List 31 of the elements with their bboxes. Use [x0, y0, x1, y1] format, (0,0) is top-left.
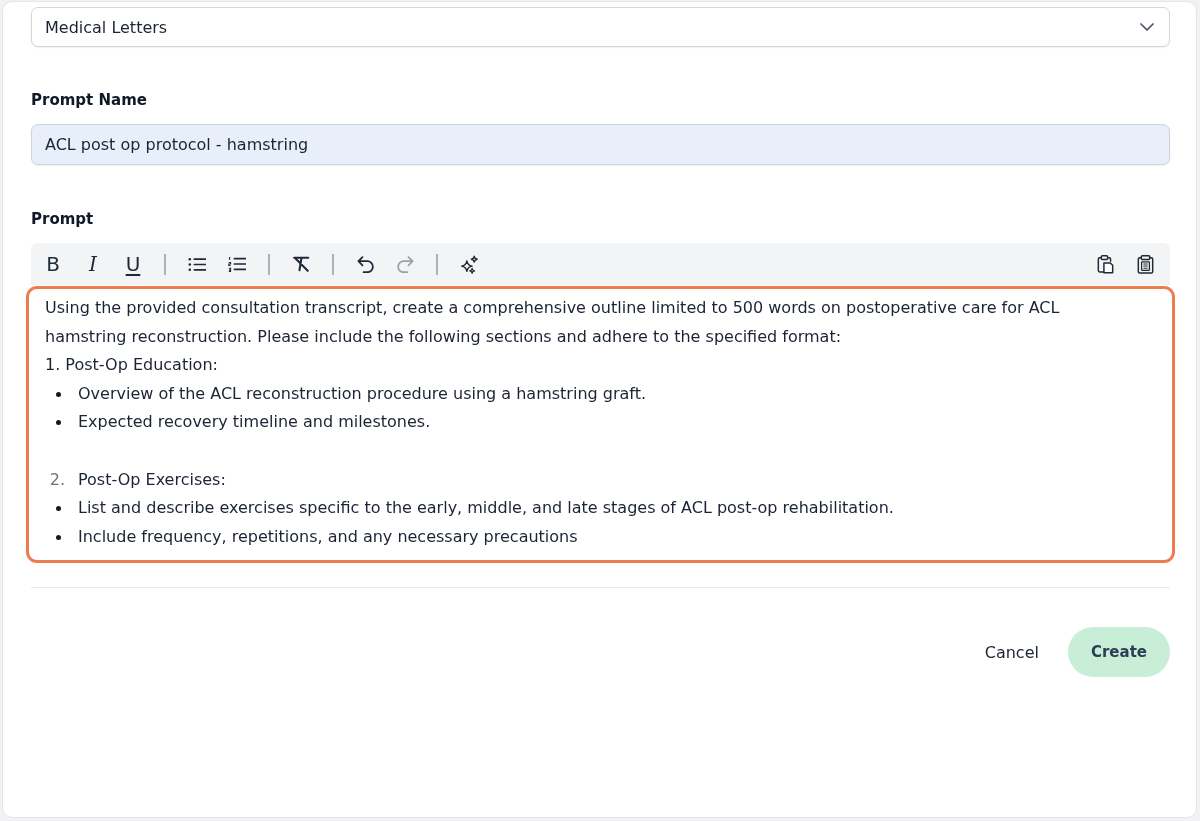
numbered-list-icon: [228, 256, 246, 272]
bullet-list-icon: [188, 256, 206, 272]
field-label: Prompt: [31, 209, 94, 229]
bold-button[interactable]: B: [39, 250, 67, 278]
sparkles-icon: [459, 254, 479, 274]
cancel-button[interactable]: Cancel: [984, 638, 1039, 666]
bullet-icon: [55, 505, 61, 511]
field-label: Prompt Name: [31, 90, 147, 110]
list-item-text: Overview of the ACL reconstruction procedure using a hamstring graft.: [78, 382, 646, 405]
category-select[interactable]: Medical Letters: [31, 7, 1170, 47]
list-item-text: List and describe exercises specific to the early, middle, and late stages of ACL post-op rehabilitation.: [78, 497, 894, 520]
bullet-icon: [55, 391, 61, 397]
clipboard-list-icon: [1136, 254, 1154, 274]
bullet-icon: [55, 420, 61, 426]
list-item-text: Include frequency, repetitions, and any necessary precautions: [78, 525, 578, 548]
clipboard-page-icon: [1096, 254, 1114, 274]
chevron-down-icon: [1140, 23, 1154, 31]
prompt-name-input[interactable]: ACL post op protocol - hamstring: [31, 124, 1170, 165]
italic-button[interactable]: I: [79, 250, 107, 278]
list-item-text: Post-Op Exercises:: [78, 468, 226, 491]
underline-button[interactable]: U: [119, 250, 147, 278]
clear-format-icon: [292, 256, 310, 272]
editor-paragraph: 1. Post-Op Education:: [45, 354, 219, 377]
list-number: 2.: [48, 468, 65, 491]
text-editor[interactable]: [26, 286, 1175, 564]
redo-icon: [396, 255, 414, 273]
undo-icon: [356, 255, 374, 273]
bullet-icon: [55, 534, 61, 540]
create-button[interactable]: Create: [1067, 627, 1170, 678]
editor-paragraph: Using the provided consultation transcript, create a comprehensive outline limited to 500 words on postoperative care for ACL hamstring reconstruction. Please include the following sections and adhere to the specified format:: [45, 297, 1061, 348]
list-item-text: Expected recovery timeline and milestones.: [78, 411, 431, 434]
